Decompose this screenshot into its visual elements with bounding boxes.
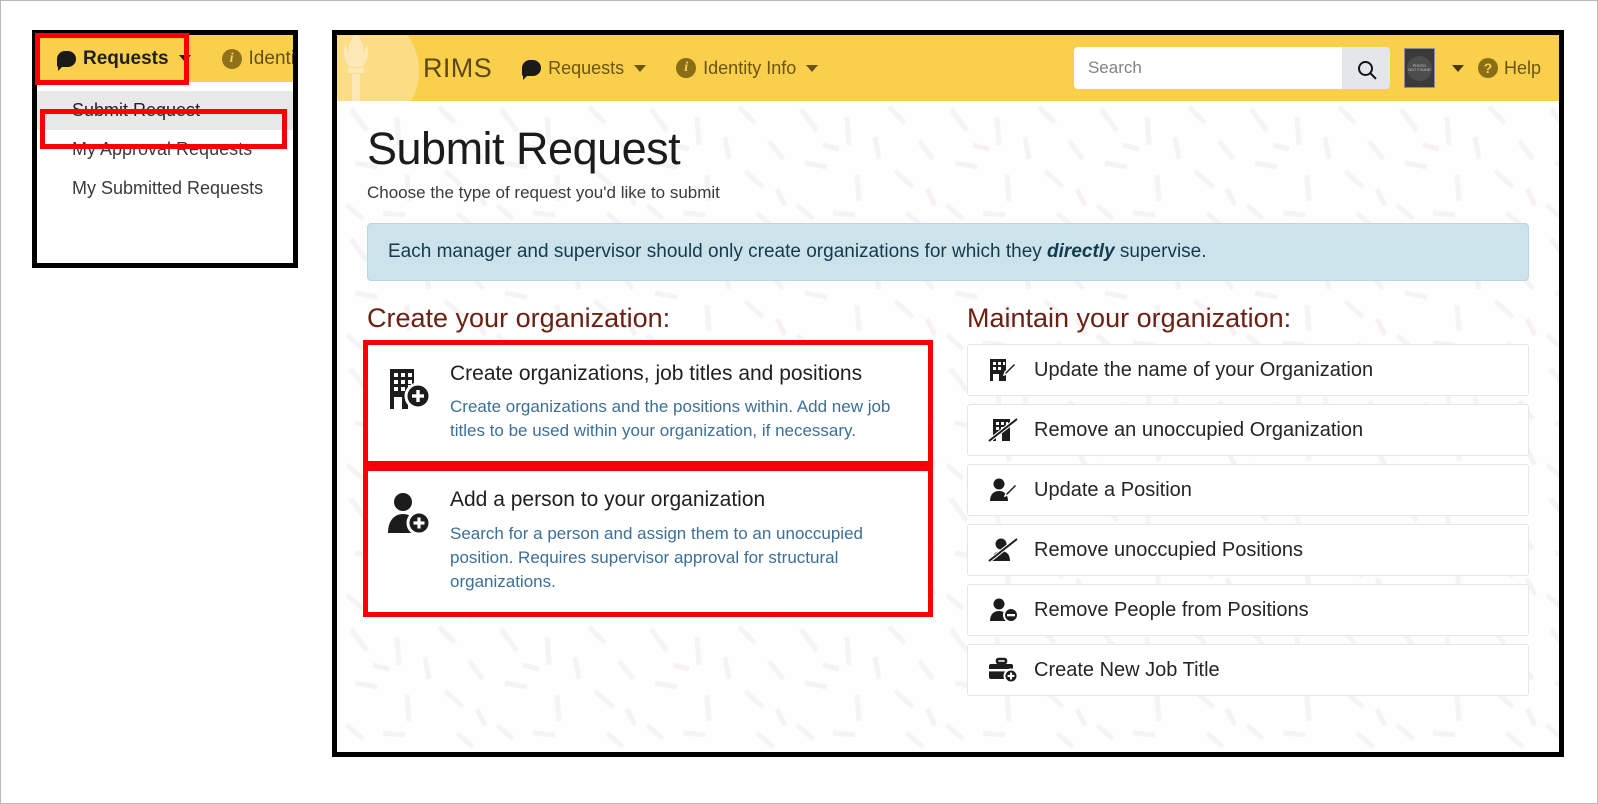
list-item-remove-unoccupied-org[interactable]: Remove an unoccupied Organization xyxy=(967,404,1529,456)
question-circle-icon: ? xyxy=(1477,58,1498,78)
person-pencil-icon xyxy=(988,477,1018,503)
app-nav-links: Requests i Identity Info xyxy=(522,57,819,80)
list-item-remove-unoccupied-positions[interactable]: Remove unoccupied Positions xyxy=(967,524,1529,576)
list-item-create-new-job-title[interactable]: Create New Job Title xyxy=(967,644,1529,696)
search-input[interactable] xyxy=(1073,47,1342,89)
app-navbar-right: PHOTO NOT FOUND ? Help xyxy=(1073,47,1541,89)
create-column-heading: Create your organization: xyxy=(367,303,671,333)
app-nav-requests[interactable]: Requests xyxy=(522,57,647,80)
option-card-title: Create organizations, job titles and pos… xyxy=(450,362,863,385)
option-card-add-person[interactable]: Add a person to your organization Search… xyxy=(363,466,933,617)
nav-requests-label: Requests xyxy=(83,47,169,69)
menu-item-submit-request[interactable]: Submit Request xyxy=(37,91,293,130)
info-circle-icon: i xyxy=(221,48,242,69)
app-navbar: RIMS Requests i Identity Info Search PHO… xyxy=(337,35,1559,133)
nav-identity-info-label: Identity In xyxy=(248,47,293,69)
page-subtitle: Choose the type of request you'd like to… xyxy=(367,183,720,202)
alert-text-suffix: supervise. xyxy=(1114,241,1207,262)
avatar-placeholder-circle: PHOTO NOT FOUND xyxy=(1406,55,1432,81)
briefcase-plus-icon xyxy=(988,657,1018,683)
app-nav-identity-info-label: Identity Info xyxy=(703,57,797,78)
list-item-label: Remove an unoccupied Organization xyxy=(1034,418,1364,441)
list-item-label: Update a Position xyxy=(1034,478,1192,501)
dropdown-panel-navbar: Requests i Identity In xyxy=(37,35,293,82)
person-plus-icon xyxy=(386,487,432,594)
maintain-column-heading: Maintain your organization: xyxy=(967,303,1292,333)
building-plus-icon xyxy=(386,361,432,443)
chevron-down-icon xyxy=(634,64,647,72)
search-group xyxy=(1073,47,1390,89)
building-pencil-icon xyxy=(988,357,1018,383)
building-slash-icon xyxy=(988,417,1018,443)
chat-bubble-icon xyxy=(522,60,542,80)
search-button[interactable] xyxy=(1341,47,1390,89)
info-circle-icon: i xyxy=(676,58,697,78)
page-title: Submit Request xyxy=(367,123,681,174)
chevron-down-icon xyxy=(806,64,819,72)
person-minus-icon xyxy=(988,597,1018,623)
menu-item-my-approval-requests[interactable]: My Approval Requests xyxy=(37,130,293,169)
avatar-placeholder-text: PHOTO NOT FOUND xyxy=(1408,63,1431,72)
option-card-description: Search for a person and assign them to a… xyxy=(450,523,863,591)
list-item-label: Create New Job Title xyxy=(1034,658,1220,681)
help-label: Help xyxy=(1503,57,1541,78)
chat-bubble-icon xyxy=(57,50,76,71)
app-nav-requests-label: Requests xyxy=(548,57,625,78)
options-columns: Create your organization: Create organiz… xyxy=(363,303,1529,704)
option-card-create-organizations[interactable]: Create organizations, job titles and pos… xyxy=(363,340,933,467)
requests-dropdown-menu: Submit Request My Approval Requests My S… xyxy=(37,82,293,218)
help-link[interactable]: ? Help xyxy=(1477,57,1541,79)
info-alert-banner: Each manager and supervisor should only … xyxy=(367,223,1529,281)
nav-requests-menu[interactable]: Requests xyxy=(51,46,197,72)
search-icon xyxy=(1358,60,1374,76)
list-item-remove-people-from-positions[interactable]: Remove People from Positions xyxy=(967,584,1529,636)
avatar[interactable]: PHOTO NOT FOUND xyxy=(1403,48,1435,88)
list-item-label: Remove unoccupied Positions xyxy=(1034,538,1304,561)
app-brand-title[interactable]: RIMS xyxy=(423,53,492,84)
alert-text-emphasis: directly xyxy=(1047,241,1115,262)
option-card-title: Add a person to your organization xyxy=(450,488,766,512)
nav-identity-info-menu[interactable]: i Identity In xyxy=(221,47,293,70)
menu-item-my-submitted-requests[interactable]: My Submitted Requests xyxy=(37,169,293,208)
maintain-organization-column: Maintain your organization: Update the n… xyxy=(967,303,1529,704)
chevron-down-icon xyxy=(178,55,191,62)
screenshot-root: Requests i Identity In Submit Request My… xyxy=(0,0,1598,804)
list-item-update-position[interactable]: Update a Position xyxy=(967,464,1529,516)
person-slash-icon xyxy=(988,537,1018,563)
option-card-description: Create organizations and the positions w… xyxy=(450,397,891,441)
list-item-label: Remove People from Positions xyxy=(1034,598,1309,621)
requests-dropdown-panel: Requests i Identity In Submit Request My… xyxy=(32,30,298,268)
app-window: RIMS Requests i Identity Info Search PHO… xyxy=(332,30,1564,757)
list-item-label: Update the name of your Organization xyxy=(1034,358,1374,381)
create-organization-column: Create your organization: Create organiz… xyxy=(363,303,933,704)
alert-text-prefix: Each manager and supervisor should only … xyxy=(388,241,1048,262)
list-item-update-org-name[interactable]: Update the name of your Organization xyxy=(967,344,1529,396)
app-nav-identity-info[interactable]: i Identity Info xyxy=(676,57,819,79)
chevron-down-icon[interactable] xyxy=(1451,64,1464,72)
app-content: Submit Request Choose the type of reques… xyxy=(337,101,1559,752)
